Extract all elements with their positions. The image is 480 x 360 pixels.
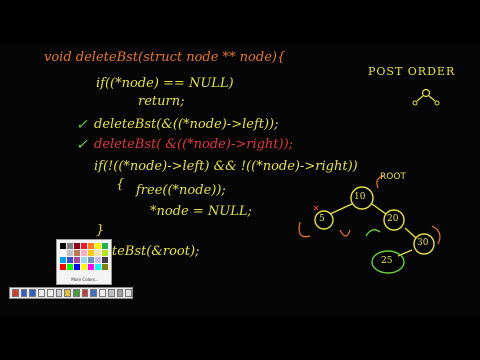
color-swatch[interactable] [88,243,94,249]
toolbar-tool-button[interactable] [73,289,80,297]
color-swatch[interactable] [102,250,108,256]
sketch-edge-left [416,95,424,102]
toolbar-tool-button[interactable] [55,289,63,297]
sketch-node-right [434,100,440,106]
edge-10-20 [371,203,387,215]
color-swatch[interactable] [88,250,94,256]
toolbar-tool-button[interactable] [125,289,133,297]
color-swatch[interactable] [81,243,87,249]
toolbar-tool-button[interactable] [90,289,98,297]
color-swatch[interactable] [102,243,108,249]
color-swatch[interactable] [67,243,73,249]
toolbar-tool-button[interactable] [12,289,19,297]
toolbar-tool-button[interactable] [46,289,54,297]
pen-toolbar [9,287,133,299]
letterbox-bottom [0,316,480,360]
color-swatch[interactable] [74,257,80,263]
color-swatch[interactable] [60,250,66,256]
node-10: 10 [354,192,366,202]
color-swatch[interactable] [81,257,87,263]
color-swatch[interactable] [74,264,80,270]
color-swatch[interactable] [67,257,73,263]
color-swatch[interactable] [95,264,101,270]
tree-sketch [298,88,441,274]
color-swatch[interactable] [102,257,108,263]
color-swatch[interactable] [81,250,87,256]
color-swatch[interactable] [60,243,66,249]
toolbar-tool-button[interactable] [38,289,45,297]
node-5: 5 [319,214,325,224]
color-swatch[interactable] [88,257,94,263]
traversal-arrow-green [365,229,381,237]
color-swatch[interactable] [60,264,66,270]
toolbar-tool-button[interactable] [64,289,72,297]
toolbar-tool-button[interactable] [81,289,89,297]
toolbar-tool-button[interactable] [20,289,28,297]
color-swatch[interactable] [81,264,87,270]
color-swatch[interactable] [95,257,101,263]
color-swatch[interactable] [95,250,101,256]
node-25: 25 [381,256,393,266]
toolbar-tool-button[interactable] [29,289,37,297]
color-swatch[interactable] [88,264,94,270]
node-30: 30 [417,238,429,248]
root-label: ROOT [380,172,406,182]
toolbar-tool-button[interactable] [99,289,106,297]
color-swatch[interactable] [102,264,108,270]
sketch-node-top [421,88,431,98]
edge-20-30 [404,227,417,239]
swatch-grid [60,243,108,270]
color-swatch[interactable] [67,264,73,270]
traversal-arrow-5 [339,229,351,237]
color-swatch[interactable] [60,257,66,263]
edge-10-5 [329,203,353,215]
traversal-arrow-left [298,221,311,238]
node-20: 20 [387,214,399,224]
color-swatch[interactable] [67,250,73,256]
color-swatch[interactable] [74,250,80,256]
color-swatch[interactable] [74,243,80,249]
toolbar-tool-button[interactable] [107,289,115,297]
color-swatch[interactable] [95,243,101,249]
more-colors-button[interactable]: More Colors... [57,277,113,282]
toolbar-tool-button[interactable] [116,289,124,297]
color-palette-popup[interactable]: More Colors... [56,239,112,285]
sketch-node-left [412,100,418,106]
sketch-edge-right [428,95,436,102]
